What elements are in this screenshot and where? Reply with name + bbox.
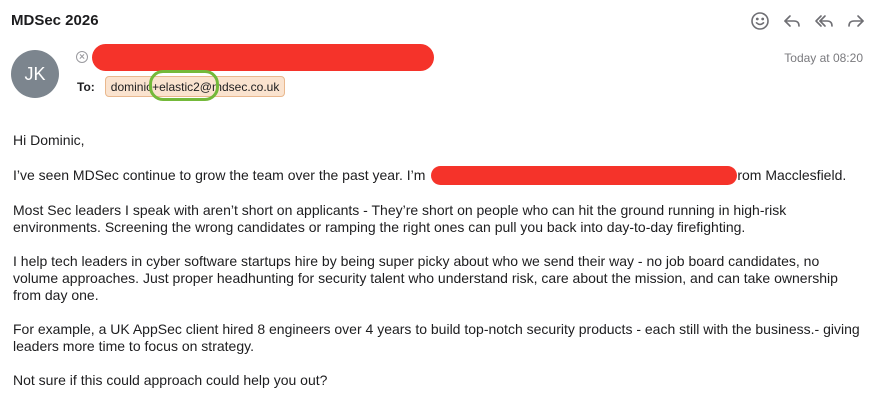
recipient-chip[interactable]: dominic+elastic2@mdsec.co.uk bbox=[104, 70, 286, 101]
message-date: Today at 08:20 bbox=[784, 51, 863, 65]
paragraph-intro-end: rom Macclesfield. bbox=[737, 167, 847, 183]
greeting: Hi Dominic, bbox=[13, 132, 85, 148]
paragraph-5: Not sure if this could approach could he… bbox=[13, 372, 328, 388]
to-row: To: dominic+elastic2@mdsec.co.uk bbox=[77, 70, 286, 101]
avatar: JK bbox=[11, 50, 59, 98]
address-highlight-annotation bbox=[148, 70, 219, 101]
forward-icon[interactable] bbox=[845, 10, 867, 32]
redacted-text bbox=[431, 166, 738, 185]
message-toolbar bbox=[749, 10, 867, 32]
paragraph-2: Most Sec leaders I speak with aren’t sho… bbox=[13, 202, 787, 235]
emoji-icon[interactable] bbox=[749, 10, 771, 32]
redacted-sender-name bbox=[92, 43, 434, 71]
reply-all-icon[interactable] bbox=[813, 10, 835, 32]
reply-icon[interactable] bbox=[781, 10, 803, 32]
paragraph-4: For example, a UK AppSec client hired 8 … bbox=[13, 321, 860, 354]
paragraph-3: I help tech leaders in cyber software st… bbox=[13, 253, 838, 303]
to-label: To: bbox=[77, 79, 95, 94]
paragraph-intro: I’ve seen MDSec continue to grow the tea… bbox=[13, 166, 863, 185]
message-body: Hi Dominic, I’ve seen MDSec continue to … bbox=[13, 132, 863, 406]
sender-row bbox=[76, 43, 434, 71]
paragraph-intro-start: I’ve seen MDSec continue to grow the tea… bbox=[13, 167, 430, 183]
message-subject: MDSec 2026 bbox=[11, 12, 99, 29]
remove-sender-icon[interactable] bbox=[76, 51, 88, 63]
